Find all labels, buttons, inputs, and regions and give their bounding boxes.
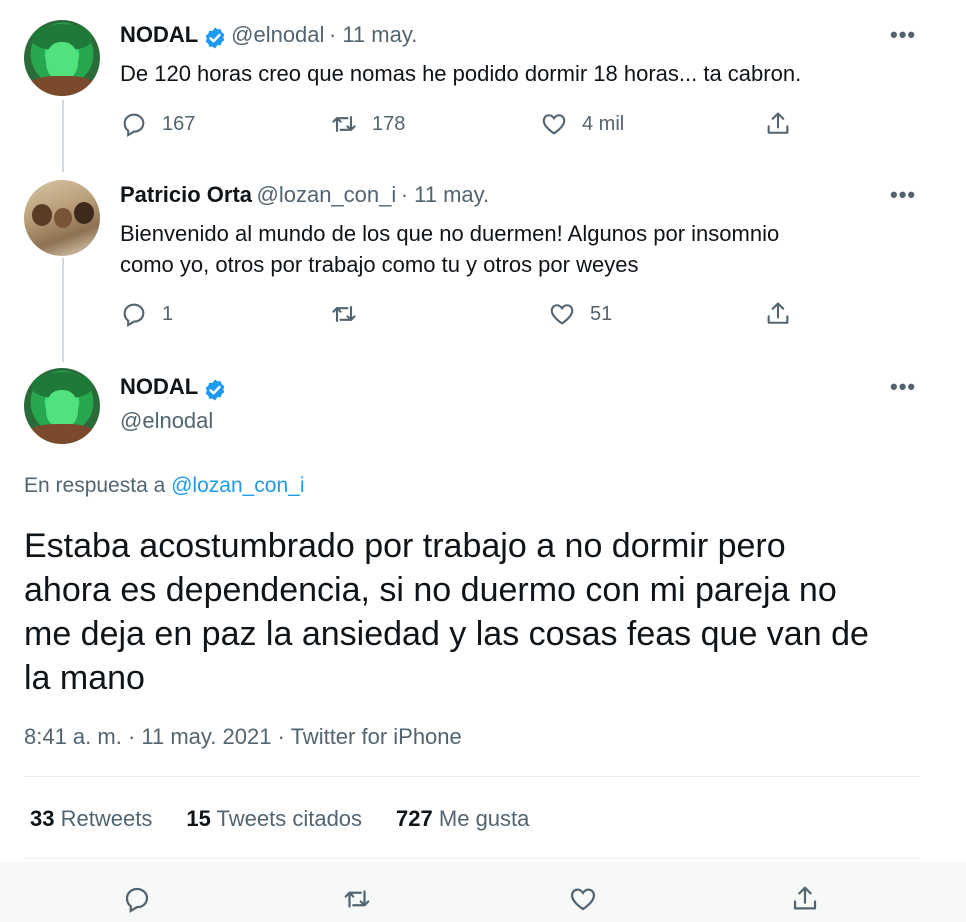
author-name[interactable]: Patricio Orta: [120, 182, 252, 207]
reply-count: 167: [162, 112, 196, 135]
avatar[interactable]: [24, 368, 100, 444]
more-icon[interactable]: •••: [890, 22, 916, 48]
like-icon: [542, 114, 566, 135]
author-handle[interactable]: @lozan_con_i: [257, 182, 397, 207]
more-icon[interactable]: •••: [890, 182, 916, 208]
main-tweet: NODAL @elnodal ••• En respuesta a @lozan…: [0, 360, 966, 860]
like-button[interactable]: 4 mil: [540, 110, 624, 138]
retweet-count: 178: [372, 112, 406, 135]
tweet-date[interactable]: · 11 may.: [401, 182, 489, 207]
reply-icon: [123, 113, 145, 137]
main-text-line: la mano: [24, 659, 145, 697]
like-icon[interactable]: [568, 884, 598, 914]
like-count: 51: [590, 302, 613, 325]
reply-icon: [123, 303, 145, 327]
author-name[interactable]: NODAL: [120, 22, 198, 47]
retweet-button[interactable]: [330, 300, 372, 328]
main-tweet-text: Estaba acostumbrado por trabajo a no dor…: [24, 524, 869, 700]
tweet-1[interactable]: NODAL @elnodal · 11 may. ••• De 120 hora…: [0, 0, 966, 170]
reply-handle-link[interactable]: @lozan_con_i: [171, 474, 304, 497]
reply-icon[interactable]: [122, 884, 152, 914]
main-text-line: me deja en paz la ansiedad y las cosas f…: [24, 615, 869, 653]
retweets-count: 33: [30, 806, 55, 831]
share-button[interactable]: [764, 300, 792, 328]
likes-count: 727: [396, 806, 433, 831]
author-handle[interactable]: @elnodal: [120, 408, 213, 434]
retweet-icon[interactable]: [342, 884, 372, 914]
reply-count: 1: [162, 302, 174, 325]
verified-badge-icon: [205, 27, 224, 49]
like-button[interactable]: 51: [548, 300, 612, 328]
tweet-text-line: Bienvenido al mundo de los que no duerme…: [120, 221, 780, 246]
author-handle[interactable]: @elnodal: [231, 22, 324, 47]
share-icon: [767, 302, 789, 324]
retweets-stat[interactable]: 33 Retweets: [30, 806, 152, 832]
tweet-timestamp[interactable]: 8:41 a. m. · 11 may. 2021 · Twitter for …: [24, 724, 462, 750]
like-count: 4 mil: [582, 112, 625, 135]
reply-button[interactable]: 1: [120, 300, 173, 328]
divider: [24, 858, 920, 859]
reply-context: En respuesta a @lozan_con_i: [24, 474, 305, 498]
main-action-bar: [0, 862, 966, 922]
quotes-label: Tweets citados: [216, 806, 363, 831]
share-icon: [767, 112, 789, 134]
author-name[interactable]: NODAL: [120, 374, 198, 399]
retweets-label: Retweets: [60, 806, 153, 831]
retweet-icon: [332, 305, 356, 323]
avatar[interactable]: [24, 180, 100, 256]
likes-label: Me gusta: [438, 806, 530, 831]
tweet-stats: 33 Retweets 15 Tweets citados 727 Me gus…: [30, 806, 529, 832]
tweet-text: De 120 horas creo que nomas he podido do…: [120, 61, 802, 86]
reply-button[interactable]: 167: [120, 110, 195, 138]
retweet-button[interactable]: 178: [330, 110, 405, 138]
quotes-count: 15: [186, 806, 211, 831]
avatar[interactable]: [24, 20, 100, 96]
tweet-2[interactable]: Patricio Orta @lozan_con_i · 11 may. •••…: [0, 170, 966, 360]
main-text-line: ahora es dependencia, si no duermo con m…: [24, 571, 837, 609]
quotes-stat[interactable]: 15 Tweets citados: [186, 806, 362, 832]
reply-prefix: En respuesta a: [24, 474, 166, 497]
main-text-line: Estaba acostumbrado por trabajo a no dor…: [24, 527, 786, 565]
more-icon[interactable]: •••: [890, 374, 916, 400]
retweet-icon: [332, 115, 356, 133]
tweet-text: Bienvenido al mundo de los que no duerme…: [120, 218, 779, 280]
divider: [24, 776, 920, 777]
tweet-date[interactable]: · 11 may.: [329, 22, 417, 47]
share-icon[interactable]: [790, 884, 820, 914]
share-button[interactable]: [764, 110, 792, 138]
likes-stat[interactable]: 727 Me gusta: [396, 806, 529, 832]
like-icon: [550, 304, 574, 325]
verified-badge-icon: [205, 379, 224, 401]
tweet-text-line: como yo, otros por trabajo como tu y otr…: [120, 252, 639, 277]
